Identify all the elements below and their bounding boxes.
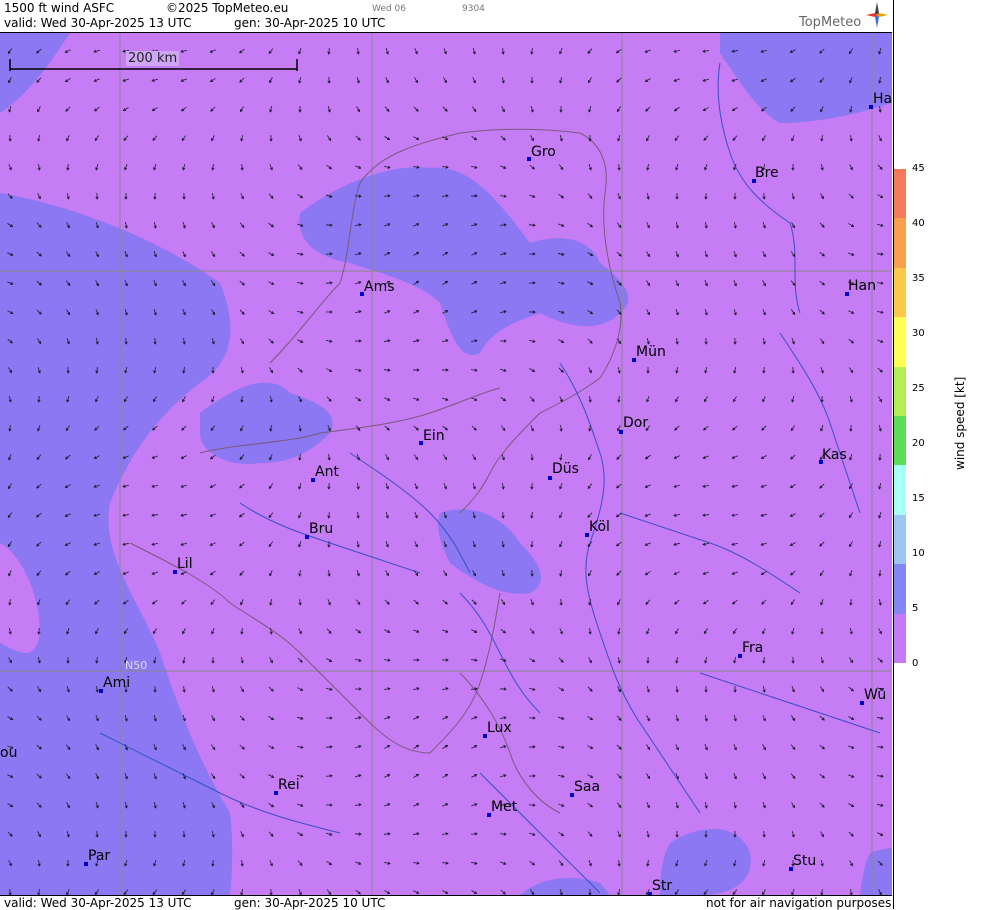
colorbar-tick-label: 0 — [912, 658, 918, 669]
colorbar-segment — [894, 317, 906, 366]
colorbar-tick-label: 15 — [912, 493, 925, 504]
city-label: Par — [88, 848, 110, 864]
city-label: Mün — [636, 344, 666, 360]
colorbar-segment — [894, 218, 906, 267]
city-label: Han — [848, 278, 876, 294]
city-label: Gro — [531, 144, 556, 160]
city-label: Ha — [873, 91, 892, 107]
latitude-label: N50 — [125, 659, 147, 672]
colorbar-segment — [894, 268, 906, 317]
scale-bar-label: 200 km — [126, 51, 179, 66]
colorbar-tick-label: 10 — [912, 548, 925, 559]
city-label: Lux — [487, 720, 512, 736]
city-label: ou — [0, 745, 17, 761]
city-label: Bre — [755, 165, 779, 181]
city-label: Ein — [423, 428, 445, 444]
city-label: Köl — [589, 519, 610, 535]
colorbar-segment — [894, 465, 906, 514]
city-label: Ami — [103, 675, 130, 691]
city-label: Str — [652, 878, 672, 894]
product-title: 1500 ft wind ASFC — [4, 1, 114, 15]
colorbar-tick-label: 25 — [912, 383, 925, 394]
colorbar-segment — [894, 416, 906, 465]
copyright: ©2025 TopMeteo.eu — [166, 1, 288, 15]
colorbar-tick-label: 5 — [912, 603, 918, 614]
city-label: Düs — [552, 461, 579, 477]
wind-map[interactable] — [0, 33, 892, 895]
compass-logo-icon — [866, 2, 888, 28]
footer-generation-time: gen: 30-Apr-2025 10 UTC — [234, 896, 385, 910]
colorbar-tick-label: 35 — [912, 273, 925, 284]
footer-valid-time: valid: Wed 30-Apr-2025 13 UTC — [4, 896, 191, 910]
city-label: Ant — [315, 464, 339, 480]
city-label: Dor — [623, 415, 648, 431]
city-label: Fra — [742, 640, 763, 656]
city-label: Bru — [309, 521, 333, 537]
small-code: 9304 — [462, 4, 485, 14]
colorbar-segment — [894, 515, 906, 564]
colorbar-segment — [894, 614, 906, 663]
map-footer: valid: Wed 30-Apr-2025 13 UTC gen: 30-Ap… — [0, 895, 892, 910]
city-label: Stu — [793, 853, 816, 869]
colorbar-tick-label: 30 — [912, 328, 925, 339]
city-label: Kas — [822, 447, 847, 463]
small-day: Wed 06 — [372, 4, 406, 14]
city-label: Rei — [278, 777, 300, 793]
wind-speed-colorbar — [894, 169, 906, 663]
colorbar-segment — [894, 564, 906, 613]
colorbar-tick-label: 40 — [912, 218, 925, 229]
valid-time: valid: Wed 30-Apr-2025 13 UTC — [4, 16, 191, 30]
generation-time: gen: 30-Apr-2025 10 UTC — [234, 16, 385, 30]
map-header: 1500 ft wind ASFC ©2025 TopMeteo.eu Wed … — [0, 0, 892, 33]
colorbar-tick-label: 20 — [912, 438, 925, 449]
city-label: Saa — [574, 779, 600, 795]
colorbar-title: wind speed [kt] — [953, 377, 967, 470]
colorbar-segment — [894, 367, 906, 416]
city-label: Met — [491, 799, 517, 815]
legend-panel — [893, 0, 983, 909]
disclaimer: not for air navigation purposes — [706, 896, 891, 910]
city-label: Wü — [864, 687, 886, 703]
colorbar-segment — [894, 169, 906, 218]
colorbar-tick-label: 45 — [912, 163, 925, 174]
brand-name: TopMeteo — [799, 15, 861, 30]
city-label: Lil — [177, 556, 193, 572]
city-label: Ams — [364, 279, 395, 295]
